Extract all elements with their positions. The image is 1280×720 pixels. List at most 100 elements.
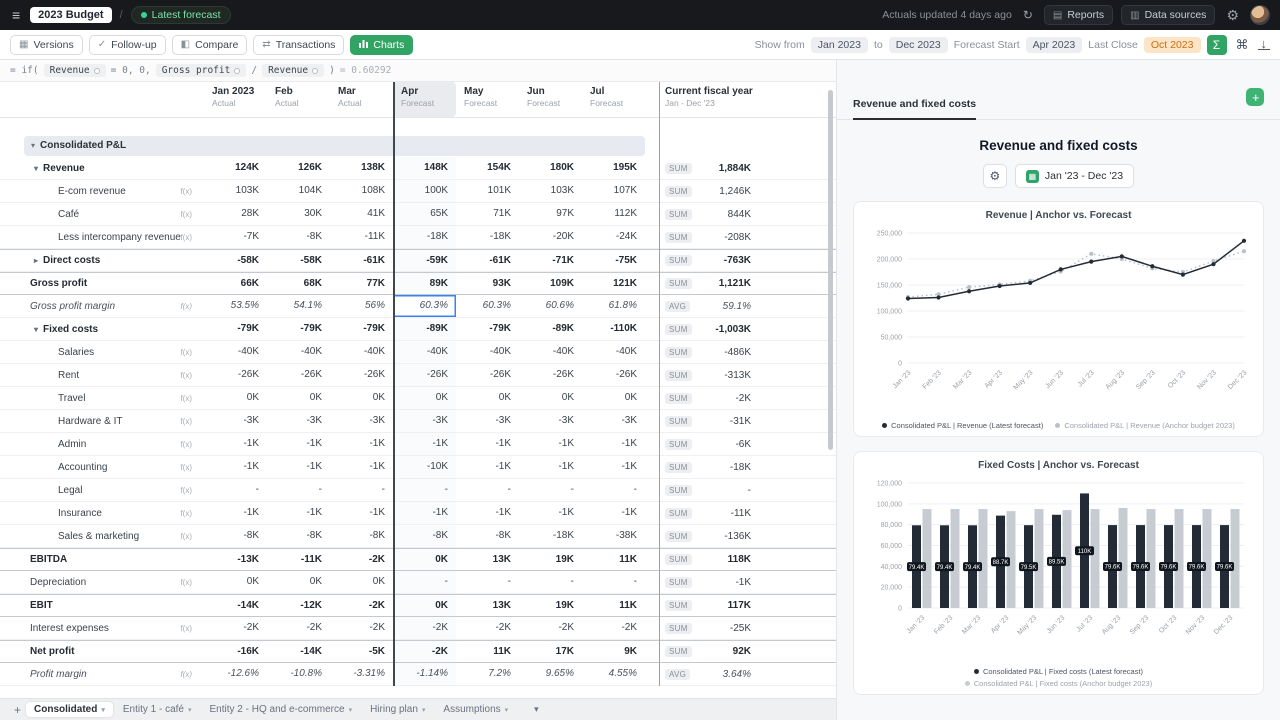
value-cell[interactable]: -12.6% [204, 663, 267, 685]
value-cell[interactable]: 100K [393, 180, 456, 202]
data-sources-button[interactable]: ▥ Data sources [1121, 5, 1215, 25]
document-title[interactable]: 2023 Budget [30, 7, 111, 23]
sheet-tab-entity-1-caf-[interactable]: Entity 1 - café▾ [115, 702, 200, 717]
value-cell[interactable]: -2K [393, 641, 456, 662]
summary-cell[interactable]: SUM1,884K [659, 157, 759, 179]
value-cell[interactable]: -18K [456, 226, 519, 248]
value-cell[interactable]: -3.31% [330, 663, 393, 685]
value-cell[interactable]: -7K [204, 226, 267, 248]
value-cell[interactable]: 0K [267, 387, 330, 409]
value-cell[interactable]: -79K [267, 318, 330, 340]
menu-icon[interactable]: ≡ [10, 7, 22, 23]
formula-bar[interactable]: = if( Revenue = 0, 0, Gross profit / Rev… [0, 60, 836, 82]
show-from-value[interactable]: Jan 2023 [811, 37, 868, 53]
vertical-scrollbar[interactable] [828, 90, 833, 450]
row-label-cell[interactable]: Less intercompany revenuef(x) [0, 226, 204, 248]
value-cell[interactable]: 11K [582, 549, 645, 570]
value-cell[interactable]: -1K [393, 502, 456, 524]
value-cell[interactable]: -24K [582, 226, 645, 248]
value-cell[interactable]: 89K [393, 273, 456, 294]
value-cell[interactable]: 56% [330, 295, 393, 317]
value-cell[interactable]: -1K [204, 456, 267, 478]
reports-button[interactable]: ▤ Reports [1044, 5, 1113, 25]
value-cell[interactable]: 104K [267, 180, 330, 202]
row-label-cell[interactable]: Gross profit [0, 273, 204, 294]
refresh-icon[interactable]: ↻ [1020, 8, 1036, 22]
value-cell[interactable]: -3K [204, 410, 267, 432]
value-cell[interactable]: 0K [519, 387, 582, 409]
row-label-cell[interactable]: ▾Revenue [0, 157, 204, 179]
value-cell[interactable]: - [393, 479, 456, 501]
more-tabs-button[interactable]: ▾ [528, 703, 545, 716]
value-cell[interactable]: -1K [204, 502, 267, 524]
value-cell[interactable]: -8K [393, 525, 456, 547]
value-cell[interactable]: 195K [582, 157, 645, 179]
summary-cell[interactable]: SUM844K [659, 203, 759, 225]
row-label-cell[interactable]: Legalf(x) [0, 479, 204, 501]
fixed-costs-bar-chart[interactable]: 020,00040,00060,00080,000100,000120,000J… [862, 473, 1256, 660]
value-cell[interactable]: 60.6% [519, 295, 582, 317]
chevron-right-icon[interactable]: ▸ [34, 256, 38, 265]
row-label-cell[interactable]: Depreciationf(x) [0, 571, 204, 593]
value-cell[interactable]: -2K [330, 549, 393, 570]
value-cell[interactable]: -1K [267, 433, 330, 455]
value-cell[interactable]: 60.3% [393, 295, 456, 317]
row-label-cell[interactable]: Rentf(x) [0, 364, 204, 386]
value-cell[interactable]: 54.1% [267, 295, 330, 317]
transactions-button[interactable]: ⇄ Transactions [253, 35, 344, 55]
value-cell[interactable]: -3K [267, 410, 330, 432]
value-cell[interactable]: 77K [330, 273, 393, 294]
value-cell[interactable]: 41K [330, 203, 393, 225]
value-cell[interactable]: -59K [393, 250, 456, 271]
value-cell[interactable]: 0K [330, 571, 393, 593]
value-cell[interactable]: -8K [267, 226, 330, 248]
value-cell[interactable]: -61K [456, 250, 519, 271]
summary-cell[interactable]: SUM1,246K [659, 180, 759, 202]
value-cell[interactable]: 103K [204, 180, 267, 202]
summary-cell[interactable]: AVG59.1% [659, 295, 759, 317]
value-cell[interactable]: -2K [456, 617, 519, 639]
compare-button[interactable]: ◧ Compare [172, 35, 248, 55]
value-cell[interactable]: -10K [393, 456, 456, 478]
command-icon[interactable]: ⌘ [1233, 37, 1252, 53]
value-cell[interactable]: 7.2% [456, 663, 519, 685]
value-cell[interactable]: -1K [582, 433, 645, 455]
summary-cell[interactable]: SUM-11K [659, 502, 759, 524]
value-cell[interactable]: -16K [204, 641, 267, 662]
value-cell[interactable]: -1K [330, 502, 393, 524]
sheet-tab-consolidated[interactable]: Consolidated▾ [26, 702, 113, 717]
value-cell[interactable]: -79K [204, 318, 267, 340]
value-cell[interactable]: -10.8% [267, 663, 330, 685]
value-cell[interactable]: 19K [519, 595, 582, 616]
value-cell[interactable]: 97K [519, 203, 582, 225]
value-cell[interactable]: -79K [456, 318, 519, 340]
value-cell[interactable]: 112K [582, 203, 645, 225]
row-label-cell[interactable]: Interest expensesf(x) [0, 617, 204, 639]
column-header[interactable]: MarActual [330, 82, 393, 117]
value-cell[interactable]: -110K [582, 318, 645, 340]
value-cell[interactable]: -1K [267, 502, 330, 524]
value-cell[interactable]: -26K [330, 364, 393, 386]
value-cell[interactable]: -3K [456, 410, 519, 432]
variable-chip-revenue-2[interactable]: Revenue [262, 64, 324, 77]
value-cell[interactable]: -3K [330, 410, 393, 432]
value-cell[interactable]: 28K [204, 203, 267, 225]
sheet-tab-entity-2-hq-and-e-commerce[interactable]: Entity 2 - HQ and e-commerce▾ [202, 702, 361, 717]
value-cell[interactable]: -1K [519, 456, 582, 478]
summary-cell[interactable]: SUM-763K [659, 250, 759, 271]
value-cell[interactable]: -14K [267, 641, 330, 662]
column-header[interactable]: AprForecast [393, 82, 456, 117]
variable-chip-revenue[interactable]: Revenue [44, 64, 106, 77]
value-cell[interactable]: 66K [204, 273, 267, 294]
value-cell[interactable]: - [582, 479, 645, 501]
forecast-start-value[interactable]: Apr 2023 [1026, 37, 1083, 53]
value-cell[interactable]: 65K [393, 203, 456, 225]
value-cell[interactable]: - [393, 571, 456, 593]
value-cell[interactable]: -58K [267, 250, 330, 271]
value-cell[interactable]: -18K [393, 226, 456, 248]
value-cell[interactable]: -40K [456, 341, 519, 363]
value-cell[interactable]: -1K [393, 433, 456, 455]
show-to-value[interactable]: Dec 2023 [889, 37, 948, 53]
value-cell[interactable]: -40K [519, 341, 582, 363]
value-cell[interactable]: -20K [519, 226, 582, 248]
